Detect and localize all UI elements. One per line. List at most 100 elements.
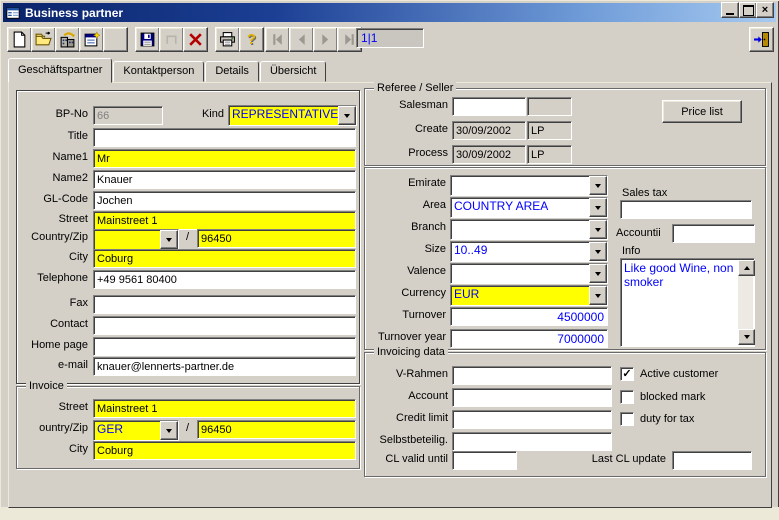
info-textarea[interactable]: Like good Wine, non smoker xyxy=(620,258,755,347)
fax-field[interactable] xyxy=(93,295,356,314)
duty-for-tax-checkbox[interactable] xyxy=(620,412,634,426)
print-button[interactable] xyxy=(215,27,240,52)
valence-value xyxy=(451,264,589,283)
emirate-select[interactable] xyxy=(450,175,608,196)
info-scrollbar[interactable] xyxy=(738,260,753,345)
v-rahmen-field[interactable] xyxy=(452,366,612,385)
selbstbeteilig-field[interactable] xyxy=(452,432,612,451)
area-dropdown-button[interactable] xyxy=(589,198,607,217)
city-field[interactable] xyxy=(93,249,356,268)
country-select[interactable] xyxy=(93,229,179,250)
help-button[interactable]: ? xyxy=(239,27,264,52)
branch-dropdown-button[interactable] xyxy=(589,220,607,239)
name2-label: Name2 xyxy=(10,172,88,185)
tab-kontaktperson[interactable]: Kontaktperson xyxy=(113,61,204,82)
credit-limit-field[interactable] xyxy=(452,410,612,429)
chevron-up-icon xyxy=(744,266,750,270)
kind-select[interactable]: REPRESENTATIVE xyxy=(228,105,357,126)
scroll-up-button[interactable] xyxy=(738,260,755,276)
name2-field[interactable] xyxy=(93,170,356,189)
invoice-country-dropdown-button[interactable] xyxy=(160,421,178,440)
country-zip-label: Country/Zip xyxy=(10,231,88,244)
business-partner-window: Business partner × ? xyxy=(0,0,779,520)
close-button[interactable]: × xyxy=(756,2,774,18)
size-select[interactable]: 10..49 xyxy=(450,241,608,262)
create-label: Create xyxy=(368,123,448,136)
sales-tax-label: Sales tax xyxy=(622,187,667,200)
tab-geschaeftspartner[interactable]: Geschäftspartner xyxy=(8,58,112,83)
delete-x-icon xyxy=(187,31,204,48)
zip-field[interactable] xyxy=(197,229,356,248)
open-button[interactable] xyxy=(31,27,56,52)
area-select[interactable]: COUNTRY AREA xyxy=(450,197,608,218)
invoice-street-field[interactable] xyxy=(93,399,356,418)
next-record-icon xyxy=(317,31,334,48)
street-label: Street xyxy=(10,213,88,226)
accounting-field[interactable] xyxy=(672,224,755,243)
record-indicator[interactable]: 1|1 xyxy=(356,28,424,48)
email-label: e-mail xyxy=(10,359,88,372)
currency-select[interactable]: EUR xyxy=(450,285,608,306)
bp-no-field xyxy=(93,106,163,125)
toolbar: ? 1|1 xyxy=(3,24,776,54)
contact-field[interactable] xyxy=(93,316,356,335)
maximize-button[interactable] xyxy=(739,2,757,18)
edit-form-button[interactable] xyxy=(79,27,104,52)
title-field[interactable] xyxy=(93,128,356,147)
city-label: City xyxy=(10,251,88,264)
tab-uebersicht[interactable]: Übersicht xyxy=(260,61,326,82)
tab-details[interactable]: Details xyxy=(205,61,259,82)
currency-dropdown-button[interactable] xyxy=(589,286,607,305)
account-field[interactable] xyxy=(452,388,612,407)
blocked-mark-checkbox[interactable] xyxy=(620,390,634,404)
account-label: Account xyxy=(368,390,448,403)
tab-label: Details xyxy=(215,65,249,77)
name1-label: Name1 xyxy=(10,151,88,164)
email-field[interactable] xyxy=(93,357,356,376)
price-list-button[interactable]: Price list xyxy=(662,100,742,123)
active-customer-checkbox[interactable]: ✓ xyxy=(620,367,634,381)
next-record-button xyxy=(313,27,338,52)
valence-select[interactable] xyxy=(450,263,608,284)
turnover-year-field[interactable] xyxy=(450,329,608,348)
zip-separator: / xyxy=(186,231,189,243)
size-dropdown-button[interactable] xyxy=(589,242,607,261)
telephone-field[interactable] xyxy=(93,270,356,289)
turnover-field[interactable] xyxy=(450,307,608,326)
kind-dropdown-button[interactable] xyxy=(338,106,356,125)
chevron-down-icon xyxy=(595,272,601,276)
new-button[interactable] xyxy=(7,27,32,52)
active-customer-label: Active customer xyxy=(640,368,718,381)
companies-button[interactable] xyxy=(55,27,80,52)
home-page-field[interactable] xyxy=(93,337,356,356)
valence-dropdown-button[interactable] xyxy=(589,264,607,283)
gl-code-field[interactable] xyxy=(93,191,356,210)
invoice-street-label: Street xyxy=(10,401,88,414)
chevron-down-icon xyxy=(166,238,172,242)
info-text: Like good Wine, non smoker xyxy=(624,261,736,344)
exit-door-icon xyxy=(753,31,770,48)
sales-tax-field[interactable] xyxy=(620,200,752,219)
area-value: COUNTRY AREA xyxy=(451,198,589,217)
bp-no-label: BP-No xyxy=(10,108,88,121)
emirate-dropdown-button[interactable] xyxy=(589,176,607,195)
street-field[interactable] xyxy=(93,211,356,230)
delete-button[interactable] xyxy=(183,27,208,52)
invoice-city-field[interactable] xyxy=(93,441,356,460)
window-title: Business partner xyxy=(25,6,123,20)
branch-select[interactable] xyxy=(450,219,608,240)
salesman-code-field xyxy=(527,97,572,116)
invoice-country-select[interactable]: GER xyxy=(93,420,179,441)
exit-button[interactable] xyxy=(749,27,774,52)
name1-field[interactable] xyxy=(93,149,356,168)
salesman-field[interactable] xyxy=(452,97,526,116)
invoice-zip-field[interactable] xyxy=(197,420,356,439)
cl-valid-until-field[interactable] xyxy=(452,451,517,470)
country-dropdown-button[interactable] xyxy=(160,230,178,249)
scroll-down-button[interactable] xyxy=(738,329,755,345)
save-button[interactable] xyxy=(135,27,160,52)
valence-label: Valence xyxy=(358,265,446,278)
minimize-button[interactable] xyxy=(721,2,739,18)
last-cl-update-field[interactable] xyxy=(672,451,752,470)
emirate-value xyxy=(451,176,589,195)
